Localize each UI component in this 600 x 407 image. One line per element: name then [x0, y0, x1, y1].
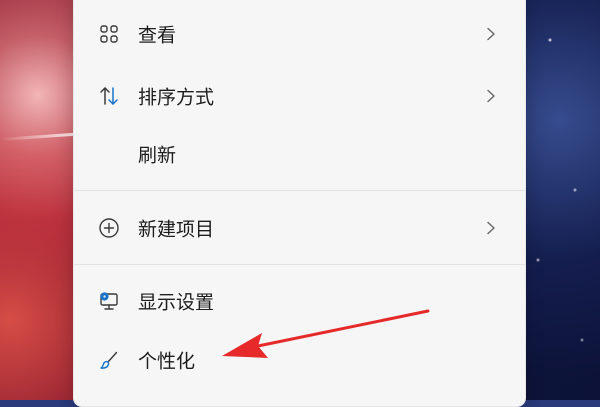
- menu-item-label: 查看: [138, 24, 177, 47]
- menu-item-personalize[interactable]: 个性化: [74, 331, 525, 389]
- chevron-right-icon: [484, 27, 498, 41]
- menu-item-sort-by[interactable]: 排序方式: [74, 67, 525, 125]
- chevron-right-icon: [484, 221, 498, 235]
- display-settings-icon: [98, 290, 120, 312]
- chevron-right-icon: [484, 89, 498, 103]
- menu-separator: [74, 264, 525, 265]
- menu-item-view[interactable]: 查看: [74, 5, 525, 63]
- paintbrush-icon: [98, 349, 120, 371]
- add-circle-icon: [98, 217, 120, 239]
- wallpaper-stars: [520, 0, 600, 400]
- menu-item-label: 新建项目: [138, 218, 215, 241]
- sort-icon: [98, 85, 120, 107]
- menu-item-label: 显示设置: [138, 291, 215, 314]
- grid-icon: [98, 23, 120, 45]
- menu-item-new-item[interactable]: 新建项目: [74, 199, 525, 257]
- menu-item-label: 排序方式: [138, 86, 215, 109]
- menu-separator: [74, 190, 525, 191]
- desktop-context-menu: 查看 排序方式 刷新 新建项目 显示设置 个性化: [73, 0, 526, 407]
- menu-item-label: 刷新: [138, 144, 177, 167]
- menu-item-display-settings[interactable]: 显示设置: [74, 272, 525, 330]
- menu-item-label: 个性化: [138, 350, 196, 373]
- menu-item-refresh[interactable]: 刷新: [74, 125, 525, 183]
